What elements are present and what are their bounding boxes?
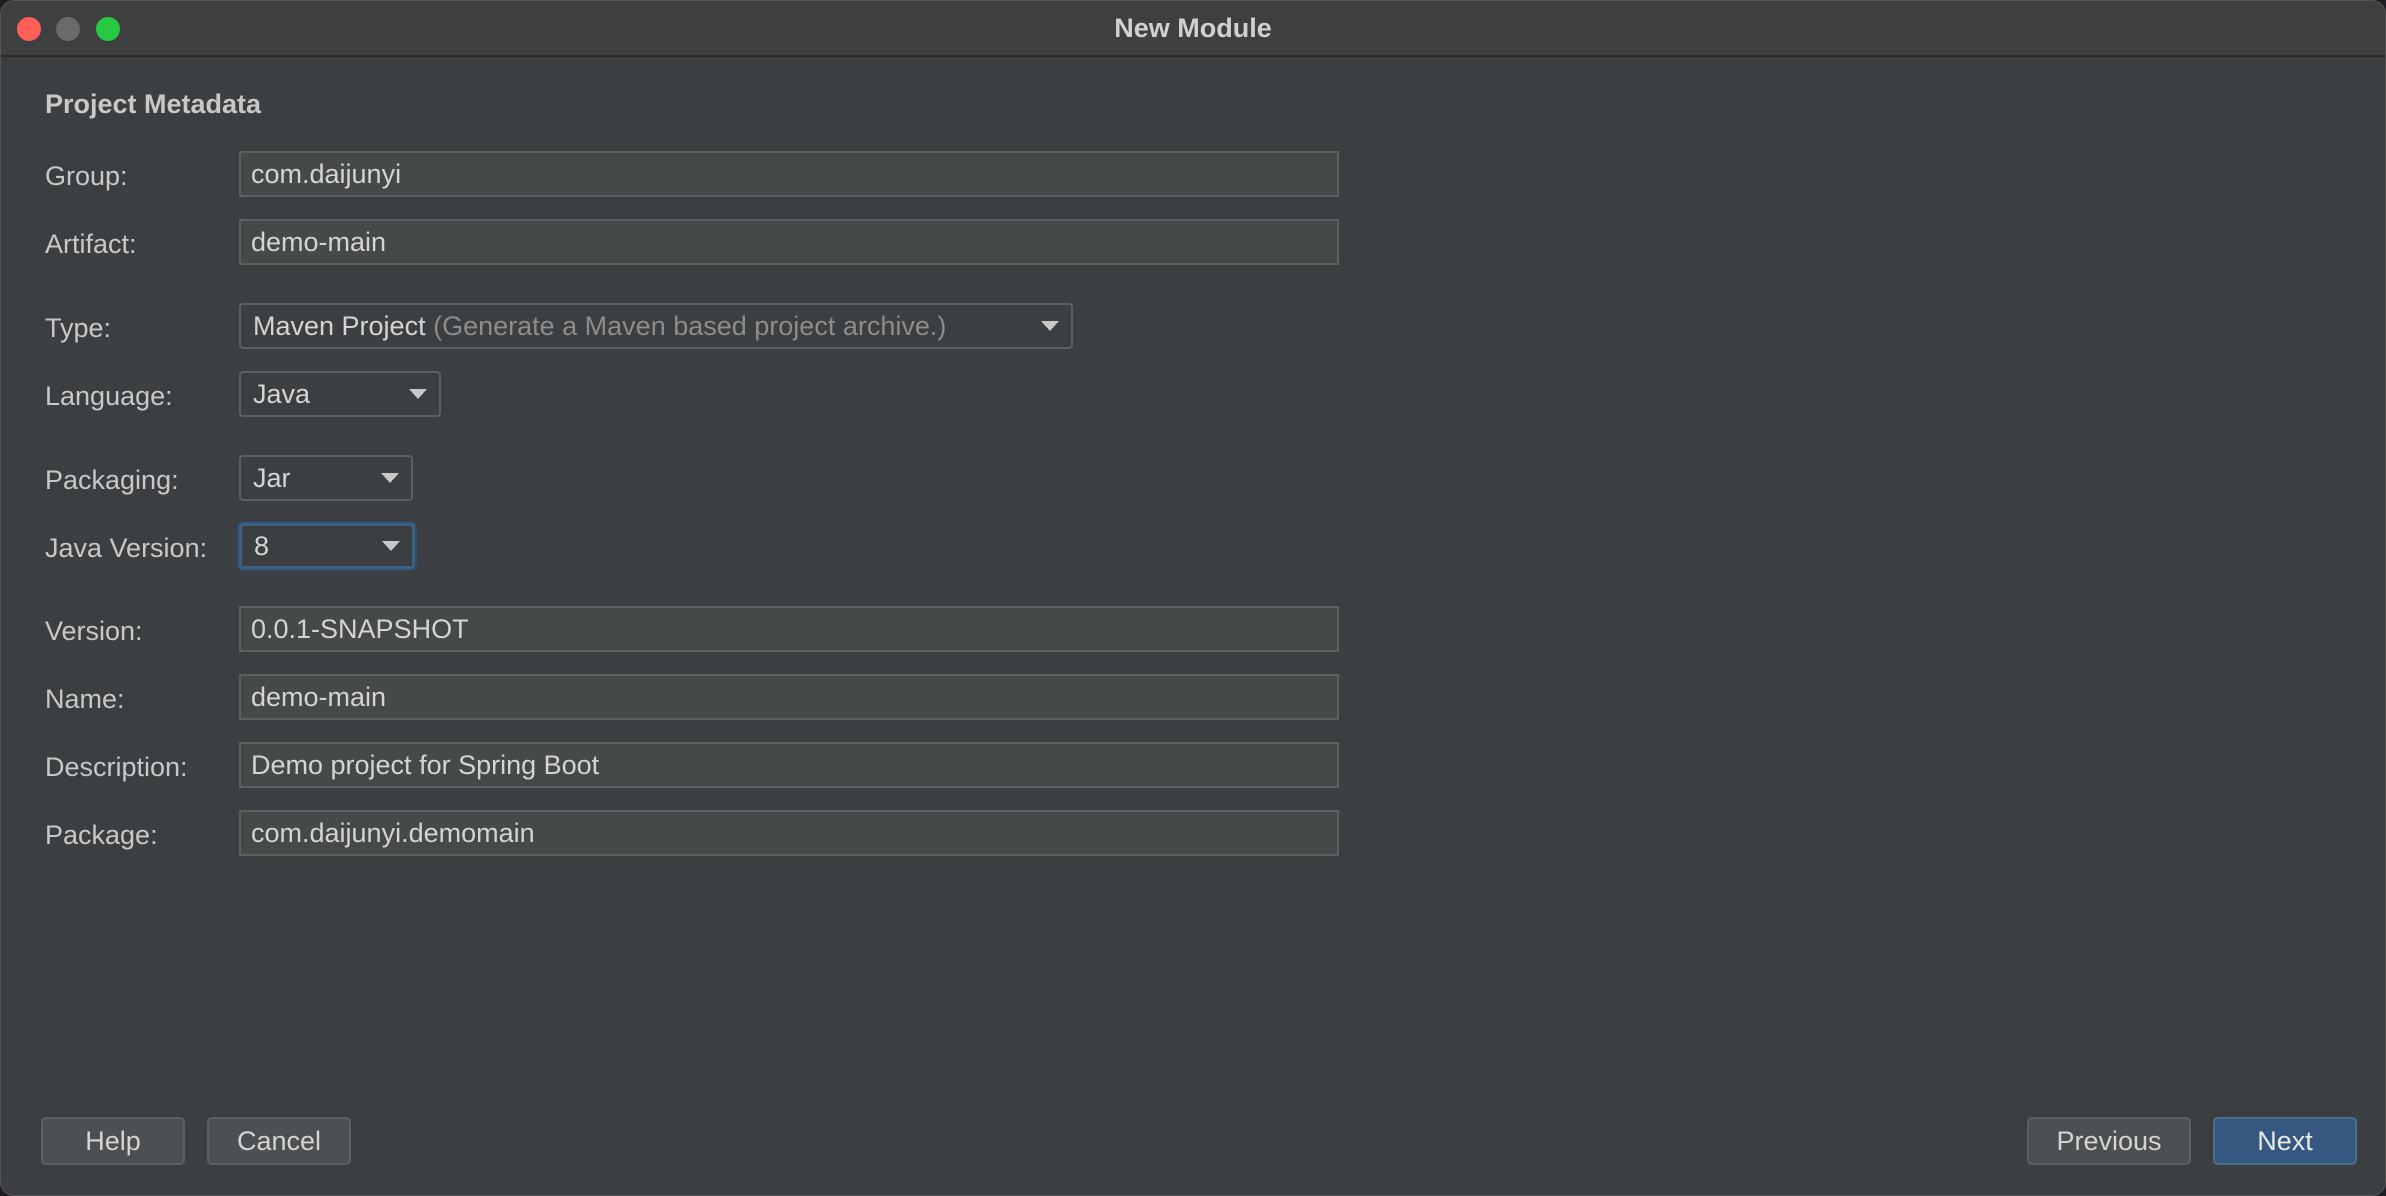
- next-button[interactable]: Next: [2213, 1117, 2357, 1165]
- packaging-value: Jar: [253, 463, 291, 493]
- artifact-label: Artifact:: [45, 229, 137, 259]
- cancel-button[interactable]: Cancel: [207, 1117, 351, 1165]
- artifact-field[interactable]: [239, 219, 1339, 265]
- java-version-label: Java Version:: [45, 533, 208, 563]
- help-button[interactable]: Help: [41, 1117, 185, 1165]
- previous-button[interactable]: Previous: [2027, 1117, 2191, 1165]
- java-version-select[interactable]: 8: [239, 523, 415, 569]
- type-select[interactable]: Maven Project (Generate a Maven based pr…: [239, 303, 1073, 349]
- new-module-dialog: New Module Project Metadata Group: Artif…: [0, 0, 2386, 1196]
- version-label: Version:: [45, 616, 143, 646]
- package-field[interactable]: [239, 810, 1339, 856]
- name-label: Name:: [45, 684, 125, 714]
- description-field[interactable]: [239, 742, 1339, 788]
- chevron-down-icon: [382, 541, 400, 551]
- chevron-down-icon: [1041, 321, 1059, 331]
- group-label: Group:: [45, 161, 128, 191]
- chevron-down-icon: [381, 473, 399, 483]
- group-field[interactable]: [239, 151, 1339, 197]
- section-title: Project Metadata: [45, 89, 262, 119]
- java-version-value: 8: [254, 531, 270, 561]
- type-value: Maven Project: [253, 311, 426, 341]
- language-value: Java: [253, 379, 311, 409]
- window-title: New Module: [1114, 13, 1272, 43]
- chevron-down-icon: [409, 389, 427, 399]
- package-label: Package:: [45, 820, 158, 850]
- packaging-select[interactable]: Jar: [239, 455, 413, 501]
- language-label: Language:: [45, 381, 173, 411]
- version-field[interactable]: [239, 606, 1339, 652]
- language-select[interactable]: Java: [239, 371, 441, 417]
- type-label: Type:: [45, 313, 112, 343]
- title-bar: New Module: [1, 1, 2385, 57]
- packaging-label: Packaging:: [45, 465, 179, 495]
- type-hint: (Generate a Maven based project archive.…: [433, 311, 947, 341]
- description-label: Description:: [45, 752, 188, 782]
- name-field[interactable]: [239, 674, 1339, 720]
